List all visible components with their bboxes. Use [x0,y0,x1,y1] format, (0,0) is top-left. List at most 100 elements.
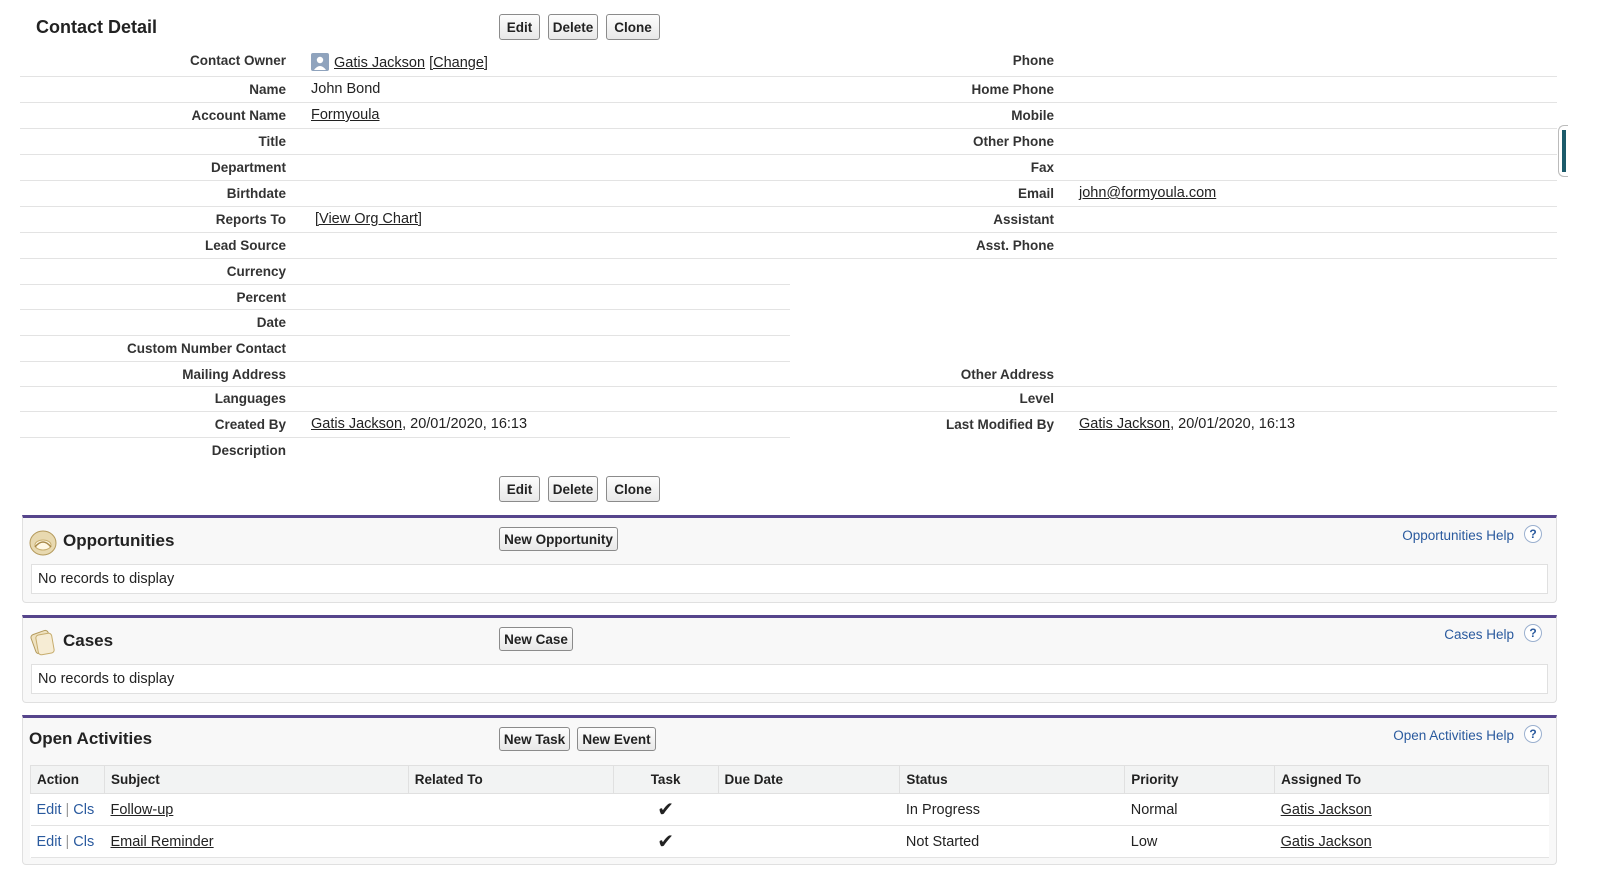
close-activity-link[interactable]: Cls [73,834,94,850]
action-separator: | [65,833,70,850]
name-label: Name [249,82,286,97]
cases-section: Cases New Case Cases Help ? No records t… [22,615,1557,703]
opportunities-title: Opportunities [63,531,175,550]
other-phone-label: Other Phone [972,134,1054,149]
subject-link[interactable]: Follow-up [110,802,173,818]
last-modified-date: , 20/01/2020, 16:13 [1170,416,1296,432]
delete-button-top[interactable]: Delete [548,14,598,40]
row-divider [20,335,790,336]
user-avatar-icon [311,53,329,71]
column-header-assigned-to[interactable]: Assigned To [1274,765,1549,794]
open-activities-table: Action Subject Related To Task Due Date … [30,765,1549,858]
edit-activity-link[interactable]: Edit [37,834,62,850]
action-cell: Edit | Cls [30,825,105,858]
email-link[interactable]: john@formyoula.com [1079,185,1216,201]
due-date-cell [718,825,900,858]
open-activities-help-link[interactable]: Open Activities Help [1393,728,1514,743]
new-case-button[interactable]: New Case [499,627,573,651]
row-divider [20,411,790,412]
clone-button-bottom[interactable]: Clone [606,476,660,502]
level-label: Level [1019,391,1054,406]
department-label: Department [210,160,286,175]
phone-label: Phone [1012,53,1054,68]
row-divider [20,386,790,387]
languages-label: Languages [214,391,286,406]
cases-title: Cases [63,631,114,650]
currency-label: Currency [226,264,286,279]
date-label: Date [256,315,286,330]
fax-label: Fax [1030,160,1054,175]
opportunities-help-link[interactable]: Opportunities Help [1402,528,1514,543]
created-by-user-link[interactable]: Gatis Jackson [311,416,402,432]
birthdate-label: Birthdate [226,186,286,201]
column-header-priority[interactable]: Priority [1124,765,1276,794]
description-label: Description [211,443,286,458]
last-modified-label: Last Modified By [945,417,1054,432]
edit-activity-link[interactable]: Edit [37,802,62,818]
view-org-chart-link[interactable]: [View Org Chart] [315,211,422,227]
row-divider [790,128,1557,129]
row-divider [20,206,790,207]
cases-help-link[interactable]: Cases Help [1444,627,1514,642]
created-by-date: , 20/01/2020, 16:13 [402,416,528,432]
task-check-icon: ✔ [613,825,719,858]
row-divider [790,232,1557,233]
assistant-label: Assistant [993,212,1054,227]
new-task-button[interactable]: New Task [499,727,570,751]
reports-to-label: Reports To [215,212,286,227]
table-row: Edit | Cls Email Reminder ✔ Not Started Lo… [30,825,1549,858]
lead-source-label: Lead Source [204,238,286,253]
page-title: Contact Detail [36,17,158,37]
contact-owner-link[interactable]: Gatis Jackson [334,55,425,71]
row-divider [790,154,1557,155]
opportunities-empty-message: No records to display [31,564,1548,594]
due-date-cell [718,793,900,826]
mailing-address-label: Mailing Address [182,367,286,382]
row-divider [20,102,790,103]
assigned-to-link[interactable]: Gatis Jackson [1281,802,1372,818]
column-header-due-date[interactable]: Due Date [717,765,901,794]
opportunities-section: Opportunities New Opportunity Opportunit… [22,515,1557,603]
row-divider [20,309,790,310]
contact-owner-label: Contact Owner [189,53,286,68]
column-header-task[interactable]: Task [612,765,719,794]
column-header-subject[interactable]: Subject [103,765,409,794]
subject-link[interactable]: Email Reminder [110,834,213,850]
row-divider [20,258,790,259]
row-divider [20,76,790,77]
column-header-related-to[interactable]: Related To [407,765,614,794]
action-cell: Edit | Cls [30,793,105,826]
side-panel-handle[interactable] [1558,125,1568,177]
help-icon[interactable]: ? [1524,624,1542,642]
change-owner-link[interactable]: [Change] [429,55,488,71]
new-opportunity-button[interactable]: New Opportunity [499,527,618,551]
row-divider [20,154,790,155]
assigned-to-link[interactable]: Gatis Jackson [1281,834,1372,850]
related-to-cell [408,825,614,858]
status-cell: Not Started [899,825,1125,858]
help-icon[interactable]: ? [1524,525,1542,543]
account-name-link[interactable]: Formyoula [311,107,380,123]
task-check-icon: ✔ [613,793,719,826]
row-divider [790,258,1557,259]
row-divider [790,206,1557,207]
delete-button-bottom[interactable]: Delete [548,476,598,502]
title-label: Title [258,134,286,149]
account-name-label: Account Name [191,108,286,123]
clone-button-top[interactable]: Clone [606,14,660,40]
close-activity-link[interactable]: Cls [73,802,94,818]
other-address-label: Other Address [960,367,1054,382]
email-label: Email [1017,186,1054,201]
priority-cell: Low [1124,825,1275,858]
assigned-to-cell: Gatis Jackson [1274,825,1549,858]
priority-cell: Normal [1124,793,1275,826]
edit-button-top[interactable]: Edit [499,14,540,40]
row-divider [20,232,790,233]
help-icon[interactable]: ? [1524,725,1542,743]
edit-button-bottom[interactable]: Edit [499,476,540,502]
subject-cell: Email Reminder [104,825,409,858]
column-header-status[interactable]: Status [899,765,1126,794]
contact-owner-value: Gatis Jackson [Change] [334,55,488,71]
last-modified-user-link[interactable]: Gatis Jackson [1079,416,1170,432]
new-event-button[interactable]: New Event [577,727,656,751]
